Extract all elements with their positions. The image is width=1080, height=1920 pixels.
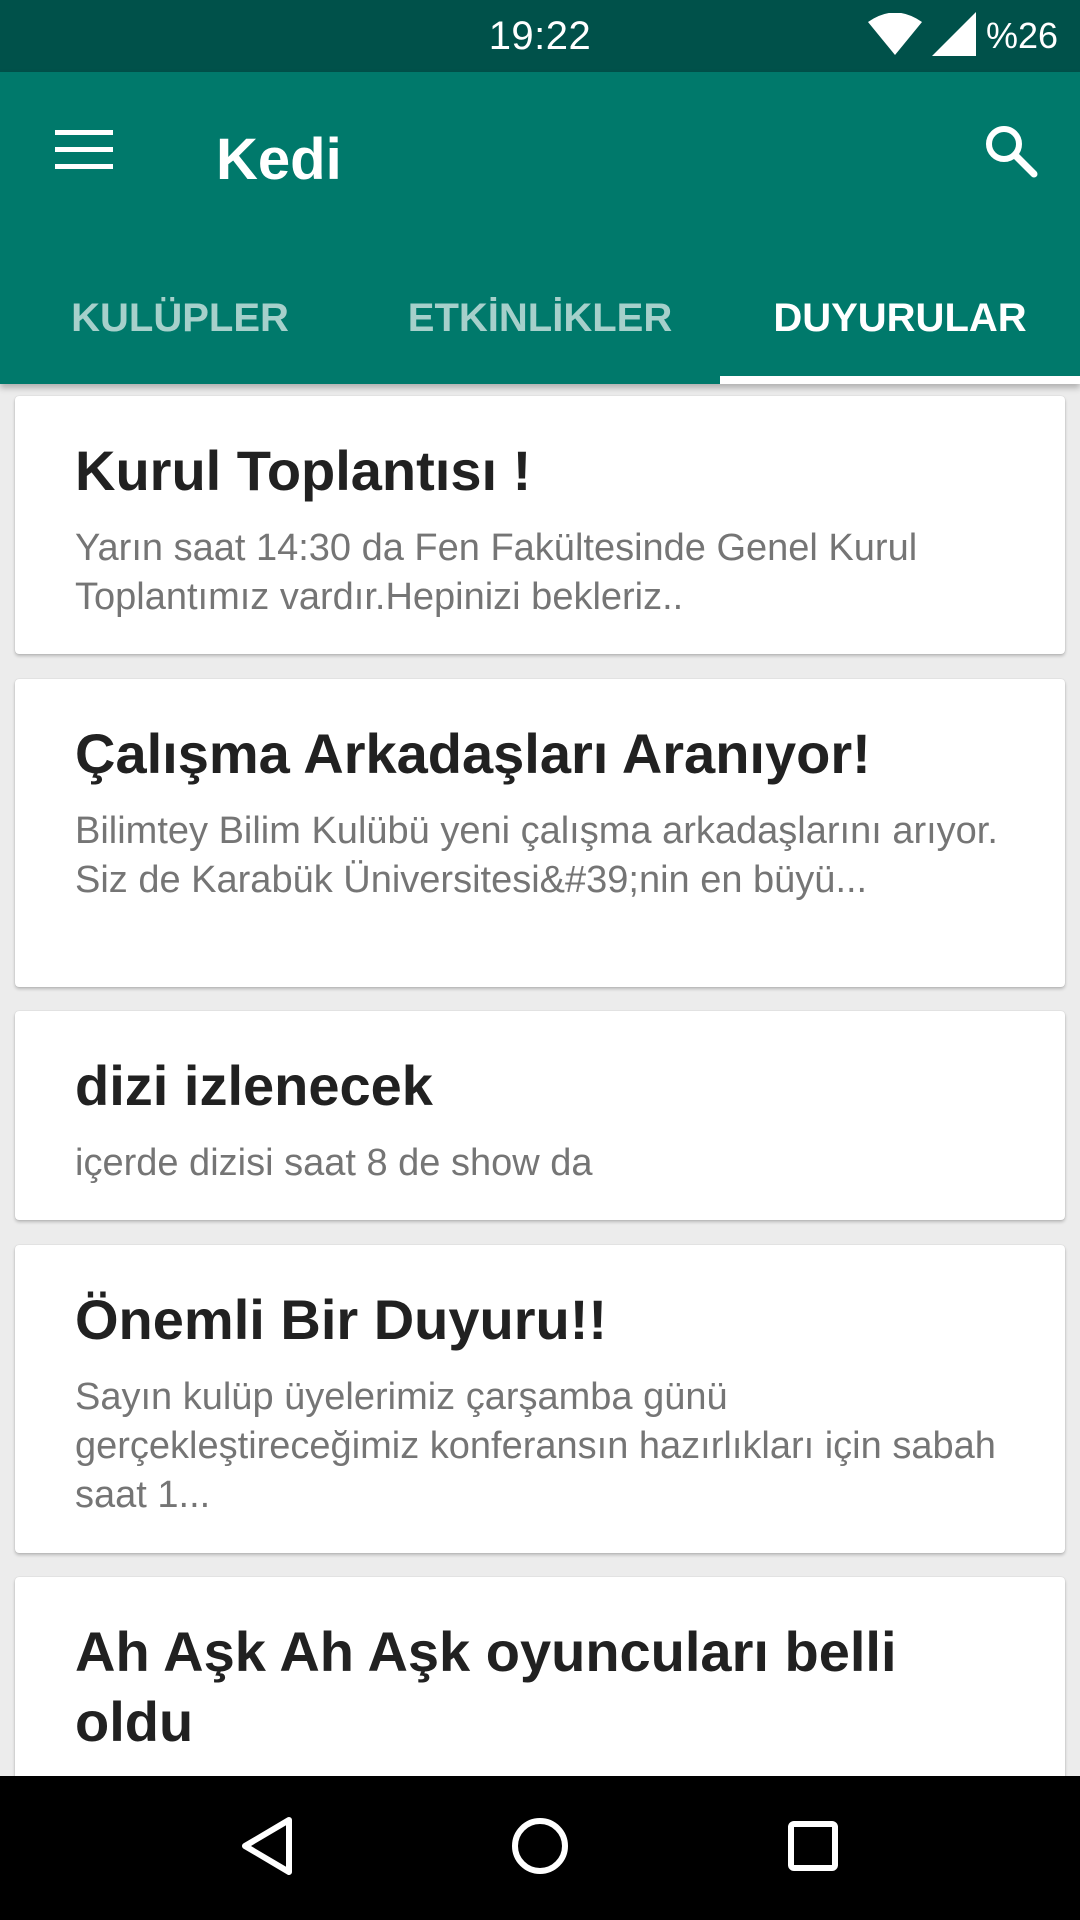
announcement-body: Sayın kulüp üyelerimiz çarşamba günü ger… xyxy=(75,1376,996,1516)
navigation-bar xyxy=(0,1776,1080,1920)
announcement-card[interactable]: Kurul Toplantısı ! Yarın saat 14:30 da F… xyxy=(15,396,1065,654)
announcement-card[interactable]: Çalışma Arkadaşları Aranıyor! Bilimtey B… xyxy=(15,679,1065,987)
back-icon xyxy=(239,1816,295,1881)
recents-button[interactable] xyxy=(768,1803,858,1893)
back-button[interactable] xyxy=(222,1803,312,1893)
tab-kulupler[interactable]: KULÜPLER xyxy=(0,264,360,384)
signal-icon xyxy=(931,11,976,61)
tab-duyurular[interactable]: DUYURULAR xyxy=(720,264,1080,384)
search-icon xyxy=(982,122,1038,183)
tab-etkinlikler[interactable]: ETKİNLİKLER xyxy=(360,264,720,384)
announcement-title: Önemli Bir Duyuru!! xyxy=(75,1288,608,1351)
recents-icon xyxy=(787,1820,839,1877)
announcement-card[interactable]: Ah Aşk Ah Aşk oyuncuları belli oldu xyxy=(15,1577,1065,1776)
app-bar: Kedi KULÜPLER ETKİNLİKLER DUYURULAR xyxy=(0,72,1080,384)
announcement-body: Yarın saat 14:30 da Fen Fakültesinde Gen… xyxy=(75,527,918,618)
menu-icon xyxy=(55,129,113,176)
app-title: Kedi xyxy=(216,127,342,192)
search-button[interactable] xyxy=(970,112,1050,192)
announcement-title: Çalışma Arkadaşları Aranıyor! xyxy=(75,722,871,785)
home-icon xyxy=(510,1816,570,1881)
announcement-list[interactable]: Kurul Toplantısı ! Yarın saat 14:30 da F… xyxy=(0,384,1080,1776)
announcement-title: dizi izlenecek xyxy=(75,1054,433,1117)
announcement-card[interactable]: Önemli Bir Duyuru!! Sayın kulüp üyelerim… xyxy=(15,1245,1065,1553)
status-icons: %26 xyxy=(867,11,1058,61)
announcement-title: Kurul Toplantısı ! xyxy=(75,439,532,502)
tab-bar: KULÜPLER ETKİNLİKLER DUYURULAR xyxy=(0,264,1080,384)
announcement-body: içerde dizisi saat 8 de show da xyxy=(75,1142,593,1184)
status-bar: 19:22 %26 xyxy=(0,0,1080,72)
menu-button[interactable] xyxy=(40,112,128,192)
announcement-title: Ah Aşk Ah Aşk oyuncuları belli oldu xyxy=(75,1620,897,1753)
battery-percentage: %26 xyxy=(985,15,1058,56)
home-button[interactable] xyxy=(495,1803,585,1893)
announcement-card[interactable]: dizi izlenecek içerde dizisi saat 8 de s… xyxy=(15,1011,1065,1220)
announcement-body: Bilimtey Bilim Kulübü yeni çalışma arkad… xyxy=(75,810,998,901)
wifi-icon xyxy=(867,12,922,60)
